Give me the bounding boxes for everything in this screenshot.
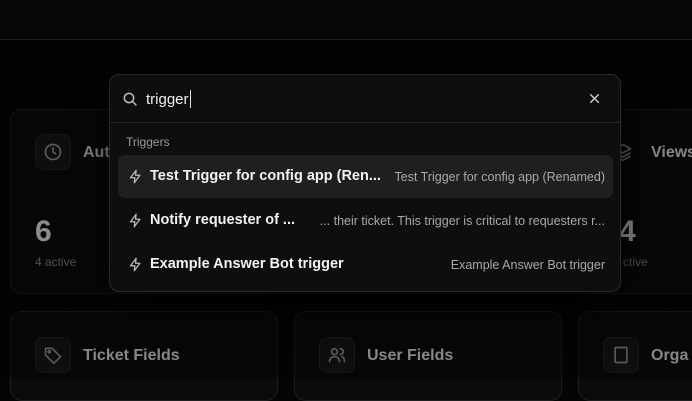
lightning-icon <box>129 169 141 184</box>
search-row <box>110 75 620 123</box>
result-item[interactable]: Notify requester of ... ... their ticket… <box>118 199 613 242</box>
text-caret <box>189 90 191 108</box>
result-title: Notify requester of ... <box>150 212 296 228</box>
close-icon[interactable] <box>588 92 601 105</box>
lightning-icon <box>129 257 141 272</box>
command-palette: Triggers Test Trigger for config app (Re… <box>109 74 621 292</box>
top-bar <box>0 0 692 40</box>
search-icon <box>123 92 137 106</box>
result-item[interactable]: Test Trigger for config app (Ren... Test… <box>118 155 613 198</box>
result-description: Example Answer Bot trigger <box>450 258 605 272</box>
result-title: Test Trigger for config app (Ren... <box>150 168 381 184</box>
result-description: Test Trigger for config app (Renamed) <box>394 170 605 184</box>
result-description: ... their ticket. This trigger is critic… <box>319 214 605 228</box>
search-input[interactable] <box>146 89 566 109</box>
lightning-icon <box>129 213 141 228</box>
results-group-label: Triggers <box>126 135 170 149</box>
result-item[interactable]: Example Answer Bot trigger Example Answe… <box>118 243 613 286</box>
result-title: Example Answer Bot trigger <box>150 256 344 272</box>
